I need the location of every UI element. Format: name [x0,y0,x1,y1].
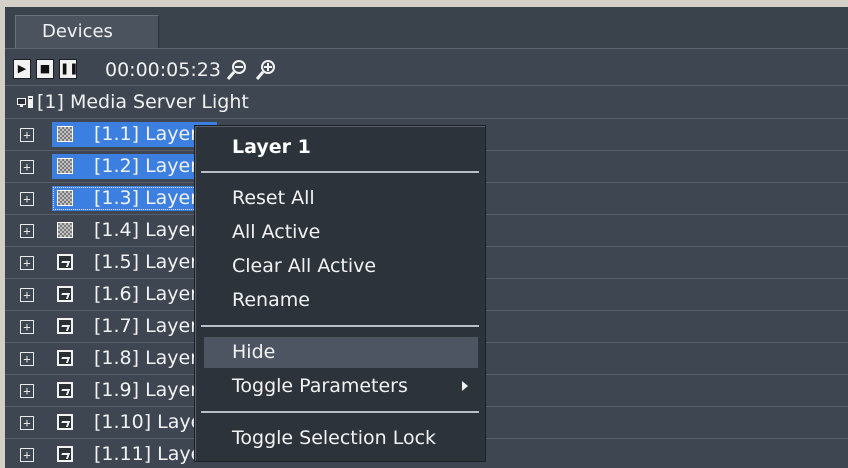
menu-item-all-active[interactable]: All Active [204,217,478,248]
play-icon: ▶ [17,62,27,75]
menu-item-hide[interactable]: Hide [204,337,478,368]
checker-icon [57,158,73,174]
menu-separator [201,411,479,413]
expand-icon[interactable]: + [20,448,34,462]
menu-separator [201,325,479,327]
menu-separator [201,171,479,173]
stop-button[interactable]: ■ [36,59,54,79]
menu-item-toggle-selection-lock[interactable]: Toggle Selection Lock [204,423,478,454]
expand-icon[interactable]: + [20,352,34,366]
menu-item-label: Toggle Parameters [232,375,408,397]
submenu-arrow-icon [462,381,468,391]
tab-devices[interactable]: Devices [15,15,159,48]
image-icon [57,318,73,334]
layer-label: [1.11] Laye [94,443,203,465]
zoom-in-icon[interactable] [254,58,278,82]
expand-icon[interactable]: + [20,160,34,174]
tab-bar: Devices [5,7,848,49]
expand-icon[interactable]: + [20,320,34,334]
zoom-out-icon[interactable] [225,58,249,82]
menu-item-toggle-parameters[interactable]: Toggle Parameters [204,371,478,402]
pause-icon: ❚❚ [60,62,79,75]
expand-icon[interactable]: + [20,416,34,430]
pause-button[interactable]: ❚❚ [59,59,79,79]
menu-item-clear-all-active[interactable]: Clear All Active [204,251,478,282]
expand-icon[interactable]: + [20,192,34,206]
timecode-display: 00:00:05:23 [105,59,221,81]
layer-label: [1.1] Layer [94,123,199,145]
expand-icon[interactable]: + [20,288,34,302]
transport-bar: ▶ ■ ❚❚ 00:00:05:23 [5,55,848,86]
layer-label: [1.10] Laye [94,411,203,433]
expand-icon[interactable]: + [20,384,34,398]
expand-icon[interactable]: + [20,224,34,238]
menu-item-rename[interactable]: Rename [204,285,478,316]
expand-icon[interactable]: + [20,256,34,270]
layer-label: [1.2] Layer [94,155,199,177]
image-icon [57,286,73,302]
computer-icon [17,96,33,108]
checker-icon [57,222,73,238]
server-label: [1] Media Server Light [37,91,249,113]
layer-label: [1.9] Layer [94,379,199,401]
context-menu: Layer 1 Reset All All Active Clear All A… [194,125,486,462]
layer-label: [1.5] Layer [94,251,199,273]
layer-label: [1.7] Layer [94,315,199,337]
image-icon [57,382,73,398]
context-menu-title: Layer 1 [232,136,311,158]
stop-icon: ■ [39,62,51,75]
expand-icon[interactable]: + [20,128,34,142]
layer-label: [1.8] Layer [94,347,199,369]
play-button[interactable]: ▶ [13,59,31,79]
layer-label: [1.6] Layer [94,283,199,305]
layer-label: [1.4] Layer [94,219,199,241]
tree-row-server[interactable]: [1] Media Server Light [5,87,848,119]
menu-item-reset-all[interactable]: Reset All [204,183,478,214]
image-icon [57,446,73,462]
checker-icon [57,126,73,142]
layer-label: [1.3] Layer [94,187,199,209]
checker-icon [57,190,73,206]
image-icon [57,414,73,430]
image-icon [57,350,73,366]
image-icon [57,254,73,270]
